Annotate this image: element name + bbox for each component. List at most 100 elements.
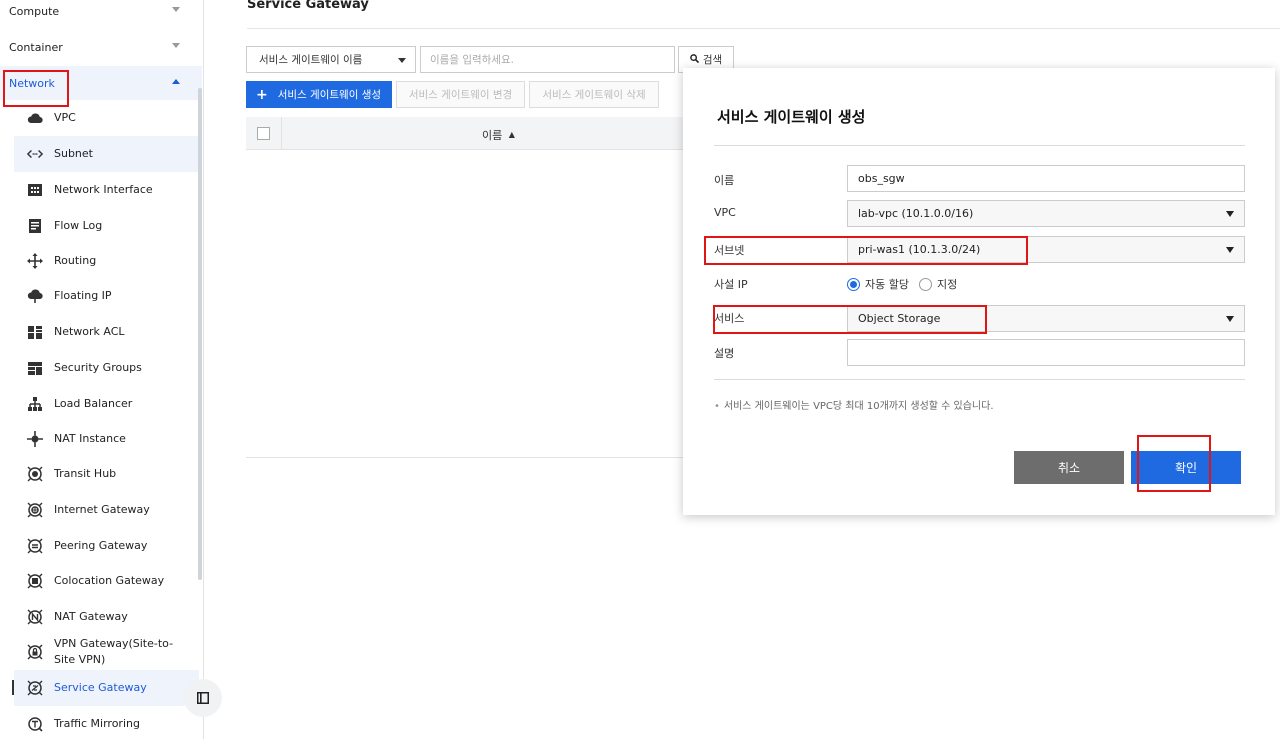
select-all-checkbox[interactable]: [257, 127, 270, 140]
dialog-note: • 서비스 게이트웨이는 VPC당 최대 10개까지 생성할 수 있습니다.: [714, 397, 994, 412]
sort-ascending-icon: ▲: [508, 130, 515, 139]
bullet-icon: •: [714, 401, 720, 412]
sidebar-item-nat-gateway[interactable]: NAT Gateway: [14, 599, 199, 635]
sidebar-item-peering-gateway[interactable]: Peering Gateway: [14, 528, 199, 564]
sidebar-item-label: NAT Gateway: [54, 610, 128, 623]
sidebar-item-service-gateway[interactable]: Service Gateway: [14, 670, 199, 706]
service-label: 서비스: [714, 312, 745, 325]
private-ip-label: 사설 IP: [714, 278, 748, 291]
search-button-label: 검색: [702, 54, 723, 66]
sidebar-item-colocation-gateway[interactable]: Colocation Gateway: [14, 563, 199, 599]
category-label: Network: [9, 76, 55, 90]
log-file-icon: [27, 218, 43, 234]
column-header-name[interactable]: 이름 ▲: [482, 127, 515, 143]
vpc-select[interactable]: lab-vpc (10.1.0.0/16): [847, 200, 1245, 227]
cancel-button[interactable]: 취소: [1014, 451, 1124, 484]
sidebar-item-label: Floating IP: [54, 289, 112, 302]
routing-arrows-icon: [27, 253, 43, 269]
sidebar-scrollbar[interactable]: [198, 88, 202, 580]
sidebar-item-label-line2: Site VPN): [54, 653, 106, 666]
sidebar-item-subnet[interactable]: Subnet: [14, 136, 199, 172]
vpn-gateway-icon: [27, 644, 43, 660]
sidebar-item-label: Subnet: [54, 147, 93, 160]
sidebar-item-security-groups[interactable]: Security Groups: [14, 350, 199, 386]
service-select[interactable]: Object Storage: [847, 305, 1245, 332]
sidebar-item-internet-gateway[interactable]: Internet Gateway: [14, 492, 199, 528]
sidebar-item-vpn-gateway[interactable]: VPN Gateway(Site-to- Site VPN): [14, 634, 199, 670]
radio-unchecked-icon: [919, 277, 932, 291]
subnet-select[interactable]: pri-was1 (10.1.3.0/24): [847, 236, 1245, 263]
sidebar-item-traffic-mirroring[interactable]: Traffic Mirroring: [14, 706, 199, 739]
transit-hub-icon: [27, 466, 43, 482]
sidebar-item-label: Service Gateway: [54, 681, 147, 694]
security-groups-icon: [27, 360, 43, 376]
sidebar-item-transit-hub[interactable]: Transit Hub: [14, 456, 199, 492]
dialog-title: 서비스 게이트웨이 생성: [717, 108, 866, 126]
sidebar-item-load-balancer[interactable]: Load Balancer: [14, 386, 199, 422]
name-field[interactable]: obs_sgw: [847, 165, 1245, 192]
code-arrows-icon: [27, 146, 43, 162]
radio-auto-assign-label: 자동 할당: [865, 278, 909, 291]
sidebar-item-floating-ip[interactable]: Floating IP: [14, 278, 199, 314]
sidebar-item-label: VPC: [54, 111, 76, 124]
hierarchy-icon: [27, 396, 43, 412]
category-container[interactable]: Container: [0, 30, 202, 64]
cloud-upload-icon: [27, 288, 43, 304]
cancel-button-label: 취소: [1057, 461, 1081, 475]
sidebar-item-label: Network ACL: [54, 325, 125, 338]
page-title: Service Gateway: [247, 0, 369, 12]
radio-specify[interactable]: 지정: [919, 276, 957, 292]
sidebar-item-network-acl[interactable]: Network ACL: [14, 314, 199, 350]
hub-node-icon: [27, 431, 43, 447]
table-bottom-border: [246, 457, 683, 458]
sidebar-item-label: Peering Gateway: [54, 539, 148, 552]
confirm-button[interactable]: 확인: [1131, 451, 1241, 484]
category-label: Compute: [9, 4, 60, 18]
dialog-note-text: 서비스 게이트웨이는 VPC당 최대 10개까지 생성할 수 있습니다.: [723, 401, 994, 412]
sidebar-item-label: Traffic Mirroring: [54, 717, 140, 730]
confirm-button-label: 확인: [1174, 461, 1198, 475]
traffic-mirroring-icon: [27, 716, 43, 732]
category-label: Container: [9, 40, 63, 54]
sidebar-item-network-interface[interactable]: Network Interface: [14, 172, 199, 208]
name-label: 이름: [714, 174, 735, 187]
sidebar-item-label: Colocation Gateway: [54, 574, 165, 587]
sidebar-item-routing[interactable]: Routing: [14, 243, 199, 279]
filter-select[interactable]: 서비스 게이트웨이 이름: [246, 46, 416, 73]
delete-service-gateway-button[interactable]: 서비스 게이트웨이 삭제: [529, 81, 659, 108]
sidebar-item-flow-log[interactable]: Flow Log: [14, 208, 199, 244]
sidebar-item-label: Flow Log: [54, 219, 103, 232]
radio-auto-assign[interactable]: 자동 할당: [847, 276, 909, 292]
category-compute[interactable]: Compute: [0, 0, 202, 28]
sidebar-collapse-button[interactable]: [184, 679, 222, 717]
edit-service-gateway-button[interactable]: 서비스 게이트웨이 변경: [396, 81, 525, 108]
create-service-gateway-dialog: 서비스 게이트웨이 생성 이름 obs_sgw VPC lab-vpc (10.…: [683, 68, 1275, 515]
sidebar-item-vpc[interactable]: VPC: [14, 100, 199, 136]
chevron-down-icon: [172, 7, 180, 12]
network-card-icon: [27, 182, 43, 198]
search-icon: [690, 53, 699, 66]
column-divider: [281, 117, 282, 150]
sidebar-item-nat-instance[interactable]: NAT Instance: [14, 421, 199, 457]
chevron-up-icon: [172, 79, 180, 84]
description-field[interactable]: [847, 339, 1245, 366]
column-header-label: 이름: [482, 129, 503, 142]
delete-button-label: 서비스 게이트웨이 삭제: [542, 89, 646, 101]
search-input[interactable]: [420, 46, 675, 73]
sidebar-item-label-line1: VPN Gateway(Site-to-: [54, 637, 174, 650]
vpc-select-value: lab-vpc (10.1.0.0/16): [858, 207, 974, 220]
create-button-label: 서비스 게이트웨이 생성: [277, 89, 382, 101]
sidebar-item-label: Transit Hub: [54, 467, 117, 480]
sidebar-item-label: NAT Instance: [54, 432, 126, 445]
radio-specify-label: 지정: [937, 278, 958, 291]
description-label: 설명: [714, 347, 735, 360]
create-service-gateway-button[interactable]: + 서비스 게이트웨이 생성: [246, 81, 392, 108]
text-cursor-icon: [12, 680, 14, 695]
vpc-label: VPC: [714, 206, 736, 219]
cloud-icon: [27, 110, 43, 126]
panel-collapse-icon: [197, 689, 209, 708]
table-header: 이름 ▲: [246, 117, 683, 150]
radio-checked-icon: [847, 277, 860, 291]
caret-down-icon: [1226, 247, 1234, 253]
category-network[interactable]: Network: [0, 66, 202, 100]
